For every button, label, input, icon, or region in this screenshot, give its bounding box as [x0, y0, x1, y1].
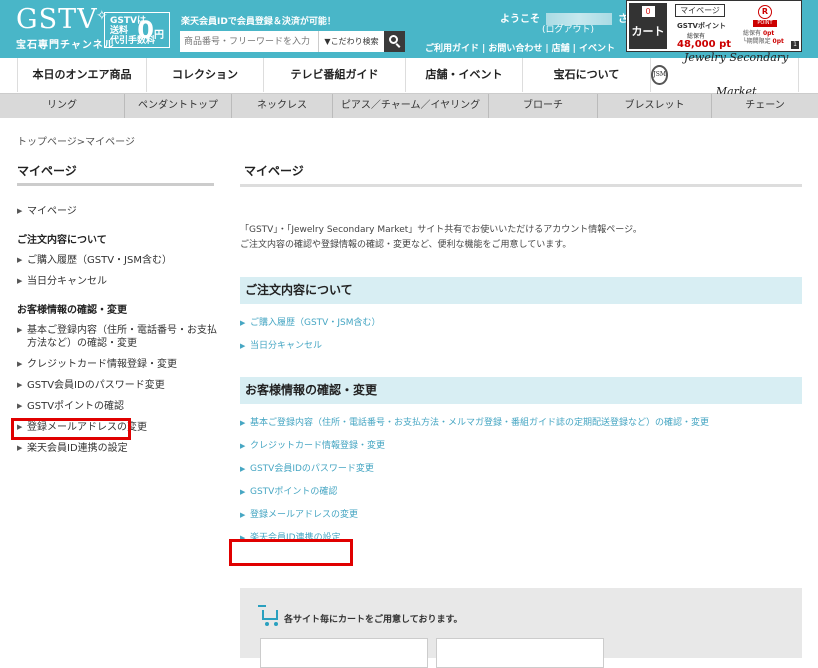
logo-subtitle: 宝石専門チャンネル — [16, 40, 115, 51]
main-nav: 本日のオンエア商品 コレクション テレビ番組ガイド 店舗・イベント 宝石について… — [0, 51, 818, 98]
nav-store-event[interactable]: 店舗・イベント — [406, 58, 523, 92]
free-shipping-badge[interactable]: GSTVは 送料 代引手数料 0円 — [104, 12, 170, 48]
intro-text: 「GSTV」・「Jewelry Secondary Market」サイト共有でお… — [240, 223, 802, 253]
cart-card-jsm[interactable] — [436, 638, 604, 668]
promo-value: 0 — [137, 16, 154, 44]
header-link-guide[interactable]: ご利用ガイド — [425, 44, 479, 54]
category-necklace[interactable]: ネックレス — [232, 94, 333, 118]
page-title: マイページ — [240, 162, 802, 187]
logo-text: GSTV — [16, 4, 98, 35]
welcome-label: ようこそ — [500, 14, 540, 25]
highlight-box — [11, 418, 131, 440]
header-links: ご利用ガイド | お問い合わせ | 店舗 | イベント — [425, 44, 615, 54]
link-credit-card[interactable]: クレジットカード情報登録・変更 — [240, 441, 802, 452]
link-email[interactable]: 登録メールアドレスの変更 — [240, 510, 802, 521]
sidebar-link-mypage[interactable]: マイページ — [17, 205, 214, 218]
rakuten-row-label: 総保有 — [743, 30, 762, 37]
mypage-button[interactable]: マイページ — [675, 4, 725, 17]
main-content: マイページ 「GSTV」・「Jewelry Secondary Market」サ… — [240, 162, 802, 544]
search-input[interactable] — [180, 31, 318, 52]
search-bar: ▼こだわり検索 — [180, 31, 405, 52]
search-button[interactable] — [384, 31, 405, 52]
sidebar-heading-orders: ご注文内容について — [17, 235, 107, 246]
cart-icon — [258, 605, 278, 620]
nav-jsm[interactable]: JSM Jewelry Secondary Market — [651, 51, 799, 98]
cart-info-text: 各サイト毎にカートをご用意しております。 — [284, 615, 463, 625]
sidebar-link-password[interactable]: GSTV会員IDのパスワード変更 — [17, 379, 214, 392]
category-nav: リング ペンダントトップ ネックレス ピアス／チャーム／イヤリング ブローチ ブ… — [0, 94, 818, 118]
advanced-search-dropdown[interactable]: ▼こだわり検索 — [318, 31, 384, 52]
cart-count: 0 — [641, 6, 655, 17]
intro-line2: ご注文内容の確認や登録情報の確認・変更など、便利な機能をご用意しています。 — [240, 240, 572, 250]
cart-button[interactable]: 0 カート — [629, 3, 667, 49]
rakuten-row-value: 0pt — [762, 30, 775, 37]
category-earrings[interactable]: ピアス／チャーム／イヤリング — [333, 94, 489, 118]
link-basic-info[interactable]: 基本ご登録内容（住所・電話番号・お支払方法・メルマガ登録・番組ガイド誌の定期配送… — [240, 418, 802, 429]
nav-tv-guide[interactable]: テレビ番組ガイド — [264, 58, 406, 92]
points-label: GSTVポイント — [677, 22, 726, 30]
sidebar-link-basic-info[interactable]: 基本ご登録内容（住所・電話番号・お支払方法など）の確認・変更 — [17, 324, 217, 350]
header-link-contact[interactable]: お問い合わせ — [488, 44, 542, 54]
sidebar-title: マイページ — [17, 162, 214, 186]
category-pendant[interactable]: ペンダントトップ — [125, 94, 232, 118]
jsm-logo-icon: JSM — [651, 65, 669, 85]
section-title-customer-info: お客様情報の確認・変更 — [240, 377, 802, 404]
header-link-store[interactable]: 店舗 — [552, 44, 570, 54]
sidebar-link-cancel-today[interactable]: 当日分キャンセル — [17, 275, 214, 288]
site-logo[interactable]: GSTV ✧ 宝石専門チャンネル — [16, 4, 115, 52]
category-ring[interactable]: リング — [0, 94, 125, 118]
link-points[interactable]: GSTVポイントの確認 — [240, 487, 802, 498]
nav-collection[interactable]: コレクション — [147, 58, 264, 92]
sidebar-link-points[interactable]: GSTVポイントの確認 — [17, 400, 214, 413]
link-cancel-today[interactable]: 当日分キャンセル — [240, 341, 802, 352]
rakuten-logo-icon: R — [758, 5, 772, 19]
nav-onair[interactable]: 本日のオンエア商品 — [17, 58, 147, 92]
sidebar-link-purchase-history[interactable]: ご購入履歴（GSTV・JSM含む） — [17, 254, 214, 267]
link-password[interactable]: GSTV会員IDのパスワード変更 — [240, 464, 802, 475]
sidebar-heading-customer-info: お客様情報の確認・変更 — [17, 305, 127, 316]
category-bracelet[interactable]: ブレスレット — [598, 94, 712, 118]
rakuten-message: 楽天会員IDで会員登録＆決済が可能！ — [181, 17, 336, 27]
category-chain[interactable]: チェーン — [712, 94, 818, 118]
cart-info-panel: 各サイト毎にカートをご用意しております。 — [240, 588, 802, 668]
highlight-box — [229, 539, 353, 566]
cart-card-gstv[interactable] — [260, 638, 428, 668]
cart-label: カート — [631, 25, 665, 38]
sidebar: マイページ マイページ ご注文内容について ご購入履歴（GSTV・JSM含む） … — [17, 162, 217, 455]
logout-link[interactable]: (ログアウト) — [542, 22, 594, 35]
header-link-event[interactable]: イベント — [579, 44, 615, 54]
sidebar-link-credit-card[interactable]: クレジットカード情報登録・変更 — [17, 358, 214, 371]
nav-about-gems[interactable]: 宝石について — [523, 58, 651, 92]
breadcrumb[interactable]: トップページ>マイページ — [17, 133, 135, 148]
rakuten-point-label: POINT — [753, 20, 777, 27]
intro-line1: 「GSTV」・「Jewelry Secondary Market」サイト共有でお… — [240, 225, 642, 235]
link-purchase-history[interactable]: ご購入履歴（GSTV・JSM含む） — [240, 318, 802, 329]
promo-unit: 円 — [154, 30, 164, 41]
category-brooch[interactable]: ブローチ — [489, 94, 598, 118]
sidebar-link-rakuten-id[interactable]: 楽天会員ID連携の設定 — [17, 442, 214, 455]
section-title-orders: ご注文内容について — [240, 277, 802, 304]
